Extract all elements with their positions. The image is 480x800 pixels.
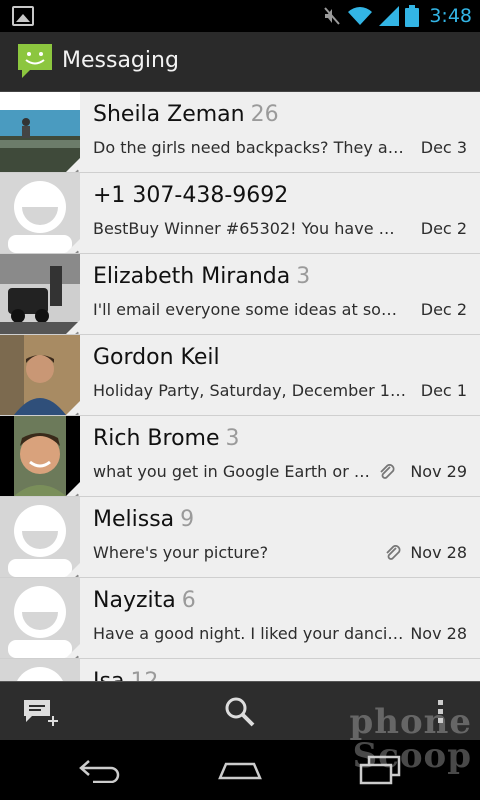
contact-name: Nayzita: [93, 588, 176, 613]
conversation-row[interactable]: +1 307-438-9692 BestBuy Winner #65302! Y…: [0, 173, 480, 254]
contact-name: Gordon Keil: [93, 345, 220, 370]
compose-icon: [24, 699, 58, 726]
message-date: Dec 2: [420, 219, 467, 238]
conversation-list[interactable]: Sheila Zeman 26 Do the girls need backpac…: [0, 92, 480, 682]
attachment-icon: [380, 464, 395, 479]
default-contact-icon[interactable]: [0, 578, 80, 658]
wifi-icon: [348, 7, 373, 25]
contact-name: Melissa: [93, 507, 175, 532]
conversation-row[interactable]: Sheila Zeman 26 Do the girls need backpac…: [0, 92, 480, 173]
message-snippet: Where's your picture?: [93, 543, 269, 562]
message-snippet: Have a good night. I liked your dancin..…: [93, 624, 408, 643]
contact-name: Elizabeth Miranda: [93, 264, 291, 289]
contact-name: Rich Brome: [93, 426, 220, 451]
message-count: 3: [225, 426, 240, 451]
back-icon: [79, 760, 120, 783]
message-date: Nov 29: [410, 462, 467, 481]
message-snippet: Do the girls need backpacks? They are...: [93, 138, 408, 157]
watermark: phone Scoop: [349, 702, 472, 776]
default-contact-icon[interactable]: [0, 173, 80, 253]
default-contact-icon[interactable]: [0, 659, 80, 682]
contact-name: Sheila Zeman: [93, 102, 245, 127]
message-date: Nov 28: [410, 543, 467, 562]
conversation-row[interactable]: Rich Brome 3 what you get in Google Earth…: [0, 416, 480, 497]
message-count: 9: [180, 507, 195, 532]
message-date: Dec 3: [420, 138, 467, 157]
attachment-icon: [386, 545, 401, 560]
message-snippet: what you get in Google Earth or Ap...: [93, 462, 375, 481]
conversation-row[interactable]: Gordon Keil Holiday Party, Saturday, Dec…: [0, 335, 480, 416]
mute-icon: [324, 7, 341, 25]
search-icon: [225, 697, 255, 726]
message-date: Nov 28: [410, 624, 467, 643]
app-title: Messaging: [62, 48, 179, 73]
contact-photo[interactable]: [0, 92, 80, 172]
message-snippet: I'll email everyone some ideas at some..…: [93, 300, 408, 319]
message-date: Dec 1: [420, 381, 467, 400]
message-snippet: Holiday Party, Saturday, December 15, 7.…: [93, 381, 408, 400]
action-bar: Messaging: [0, 32, 480, 92]
battery-icon: [405, 5, 420, 27]
message-count: 6: [181, 588, 196, 613]
home-button[interactable]: [210, 750, 270, 790]
status-bar: 3:48: [0, 0, 480, 32]
message-snippet: BestBuy Winner #65302! You have WO...: [93, 219, 408, 238]
back-button[interactable]: [70, 750, 130, 790]
compose-button[interactable]: [0, 682, 80, 741]
messaging-icon[interactable]: [16, 42, 54, 80]
contact-photo[interactable]: [0, 335, 80, 415]
contact-name: +1 307-438-9692: [93, 183, 289, 208]
status-icons: 3:48: [323, 0, 472, 32]
home-icon: [218, 762, 262, 780]
contact-photo[interactable]: [0, 254, 80, 334]
message-count: 26: [250, 102, 279, 127]
gallery-icon: [12, 6, 34, 26]
message-count: 3: [296, 264, 311, 289]
message-date: Dec 2: [420, 300, 467, 319]
conversation-row[interactable]: Isa 12: [0, 659, 480, 682]
conversation-row[interactable]: Elizabeth Miranda 3 I'll email everyone s…: [0, 254, 480, 335]
default-contact-icon[interactable]: [0, 497, 80, 577]
conversation-row[interactable]: Melissa 9 Where's your picture? Nov 28: [0, 497, 480, 578]
status-time: 3:48: [429, 5, 472, 27]
contact-photo[interactable]: [0, 416, 80, 496]
search-button[interactable]: [200, 682, 280, 741]
signal-icon: [379, 6, 400, 26]
conversation-row[interactable]: Nayzita 6 Have a good night. I liked your…: [0, 578, 480, 659]
